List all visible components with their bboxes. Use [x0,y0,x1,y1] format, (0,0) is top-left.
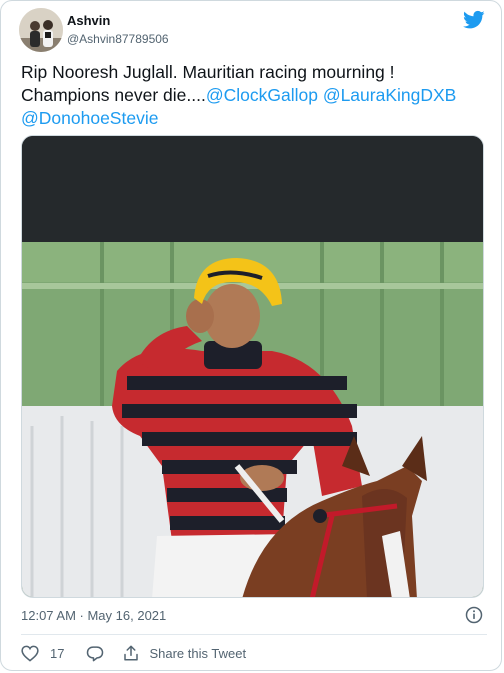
like-button[interactable]: 17 [21,645,64,662]
divider [21,634,487,635]
info-icon[interactable] [465,606,483,624]
tweet-timestamp[interactable]: 12:07 AM · May 16, 2021 [21,608,166,623]
mention-donohoestevie[interactable]: @DonohoeStevie [21,108,158,128]
twitter-bird-icon[interactable] [463,10,485,30]
mention-laurakingdxb[interactable]: @LauraKingDXB [323,85,457,105]
share-icon [122,644,140,662]
mention-clockgallop[interactable]: @ClockGallop [206,85,318,105]
avatar-photo [19,8,63,52]
avatar[interactable] [19,8,63,52]
share-label: Share this Tweet [149,645,247,661]
tweet-text-line2: Champions never die.... [21,85,206,105]
author-handle[interactable]: @Ashvin87789506 [67,32,169,46]
author-name[interactable]: Ashvin [67,13,110,28]
tweet-card: Ashvin @Ashvin87789506 Rip Nooresh Jugla… [0,0,502,671]
like-count: 17 [50,645,65,661]
heart-icon [21,645,39,662]
tweet-media[interactable] [21,135,484,598]
reply-icon [86,645,104,662]
tweet-text: Rip Nooresh Juglall. Mauritian racing mo… [21,61,487,130]
jockey-photo [22,136,483,597]
tweet-text-line1: Rip Nooresh Juglall. Mauritian racing mo… [21,62,395,82]
tweet-actions: 17 Share this Tweet [21,642,246,664]
reply-button[interactable] [86,645,104,662]
share-button[interactable]: Share this Tweet [122,644,246,662]
